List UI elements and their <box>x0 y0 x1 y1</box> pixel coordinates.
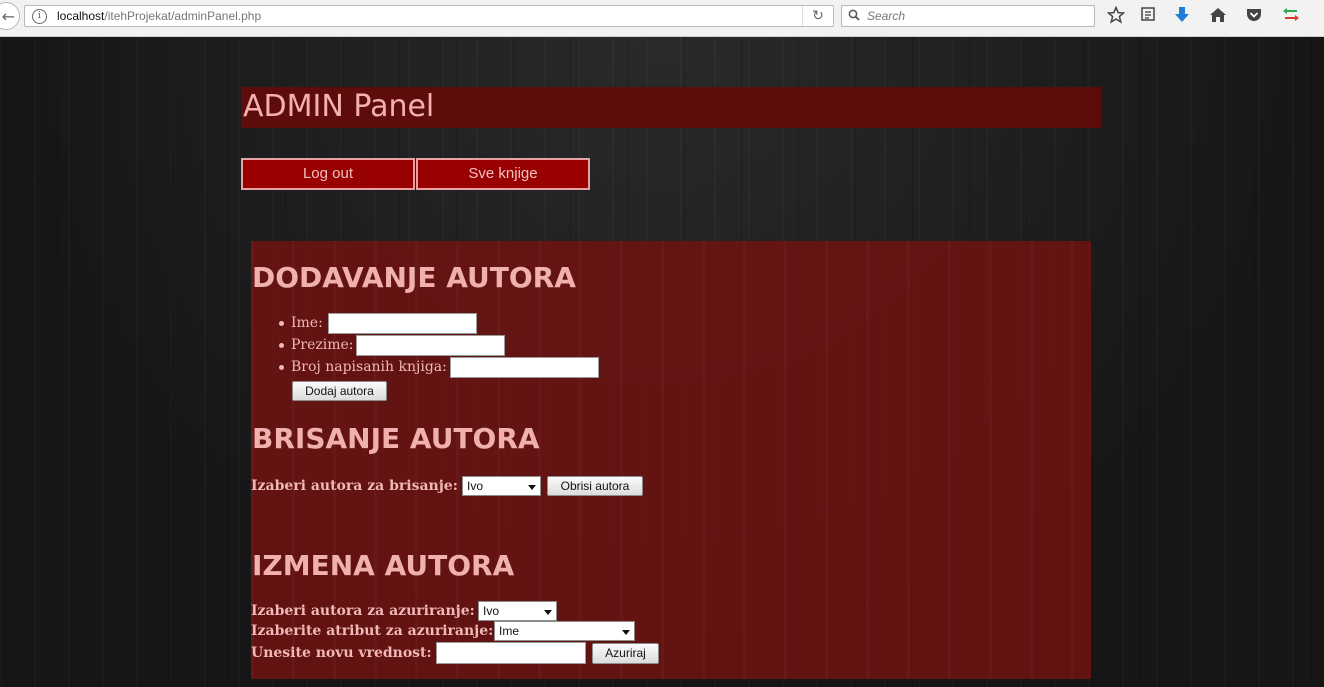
list-bullet <box>279 343 284 348</box>
back-icon[interactable]: ← <box>0 2 20 30</box>
sync-icon[interactable] <box>1281 6 1301 26</box>
books-count-label: Broj napisanih knjiga: <box>291 359 447 375</box>
books-count-input[interactable] <box>450 357 599 378</box>
delete-author-selected: Ivo <box>467 479 484 493</box>
address-bar[interactable]: i localhost/itehProjekat/adminPanel.php … <box>24 5 834 27</box>
first-name-label: Ime: <box>291 315 323 331</box>
logout-button[interactable]: Log out <box>241 158 415 190</box>
update-author-select[interactable]: Ivo <box>478 601 557 621</box>
url-host: localhost <box>57 9 105 23</box>
reload-icon[interactable]: ↻ <box>802 6 833 26</box>
chevron-down-icon <box>544 610 552 615</box>
admin-header: ADMIN Panel <box>241 87 1101 128</box>
chevron-down-icon <box>528 485 536 490</box>
page-title: ADMIN Panel <box>243 89 435 124</box>
info-icon[interactable]: i <box>32 9 47 24</box>
update-attribute-label: Izaberite atribut za azuriranje: <box>251 623 494 639</box>
url-text: localhost/itehProjekat/adminPanel.php <box>57 9 261 23</box>
delete-author-button[interactable]: Obrisi autora <box>547 476 643 496</box>
update-author-heading: IZMENA AUTORA <box>252 549 515 582</box>
delete-author-select[interactable]: Ivo <box>462 476 541 496</box>
last-name-label: Prezime: <box>291 337 354 353</box>
all-books-button[interactable]: Sve knjige <box>416 158 590 190</box>
add-author-heading: DODAVANJE AUTORA <box>252 261 576 294</box>
new-value-label: Unesite novu vrednost: <box>251 645 432 661</box>
pocket-icon[interactable] <box>1244 6 1264 26</box>
update-attribute-selected: Ime <box>499 624 520 638</box>
update-author-button[interactable]: Azuriraj <box>592 643 659 664</box>
new-value-input[interactable] <box>436 642 586 664</box>
search-bar[interactable]: Search <box>841 5 1095 27</box>
bookmark-star-icon[interactable] <box>1106 5 1126 26</box>
chevron-down-icon <box>622 630 630 635</box>
delete-author-label: Izaberi autora za brisanje: <box>251 478 458 494</box>
delete-author-heading: BRISANJE AUTORA <box>252 422 540 455</box>
update-author-selected: Ivo <box>483 604 500 618</box>
list-bullet <box>279 321 284 326</box>
browser-toolbar: ← i localhost/itehProjekat/adminPanel.ph… <box>0 0 1324 37</box>
first-name-input[interactable] <box>328 313 477 334</box>
search-placeholder: Search <box>867 9 906 23</box>
search-icon <box>848 9 860 24</box>
update-author-label: Izaberi autora za azuriranje: <box>251 603 475 619</box>
url-path: /itehProjekat/adminPanel.php <box>104 9 262 23</box>
last-name-input[interactable] <box>356 335 505 356</box>
add-author-button[interactable]: Dodaj autora <box>292 381 387 401</box>
update-attribute-select[interactable]: Ime <box>494 621 635 641</box>
reading-list-icon[interactable] <box>1138 6 1158 26</box>
download-icon[interactable] <box>1172 6 1192 26</box>
home-icon[interactable] <box>1208 6 1228 26</box>
author-management-panel: DODAVANJE AUTORA Ime: Prezime: Broj napi… <box>251 241 1091 679</box>
list-bullet <box>279 365 284 370</box>
